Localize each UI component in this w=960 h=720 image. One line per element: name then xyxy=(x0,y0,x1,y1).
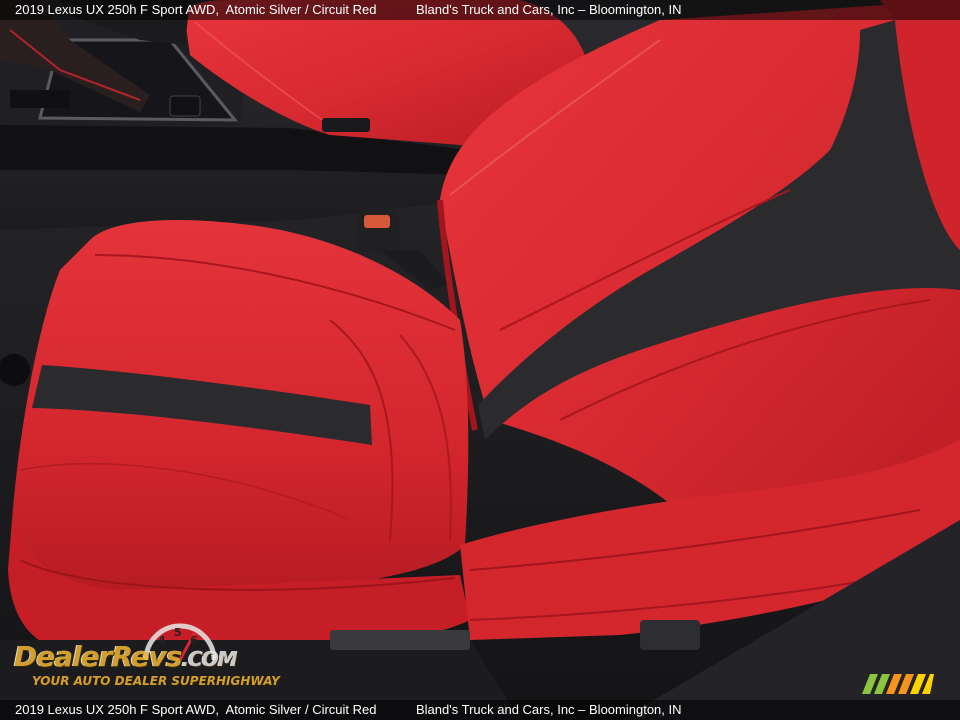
caption-title-bottom: 2019 Lexus UX 250h F Sport AWD, Atomic S… xyxy=(15,702,377,717)
seat-rail xyxy=(330,630,470,650)
watermark-brand-suffix: .COM xyxy=(181,647,238,671)
caption-bar-bottom: 2019 Lexus UX 250h F Sport AWD, Atomic S… xyxy=(0,700,960,720)
caption-title: 2019 Lexus UX 250h F Sport AWD, Atomic S… xyxy=(15,2,377,17)
caption-dealer-bottom: Bland's Truck and Cars, Inc – Bloomingto… xyxy=(416,702,682,717)
caption-bar-top: 2019 Lexus UX 250h F Sport AWD, Atomic S… xyxy=(0,0,960,20)
watermark-brand-name: DealerRevs xyxy=(14,640,183,673)
watermark-brand: DealerRevs.COM xyxy=(14,640,238,673)
caption-dealer: Bland's Truck and Cars, Inc – Bloomingto… xyxy=(416,2,682,17)
watermark-tagline: YOUR AUTO DEALER SUPERHIGHWAY xyxy=(32,674,280,688)
gauge-digit-5: 5 xyxy=(174,626,182,639)
console-button xyxy=(169,95,201,117)
dealerrevs-watermark: 4 5 6 DealerRevs.COM YOUR AUTO DEALER SU… xyxy=(10,622,280,694)
seat-photo xyxy=(0,0,960,720)
corner-stripes-logo xyxy=(862,674,934,694)
